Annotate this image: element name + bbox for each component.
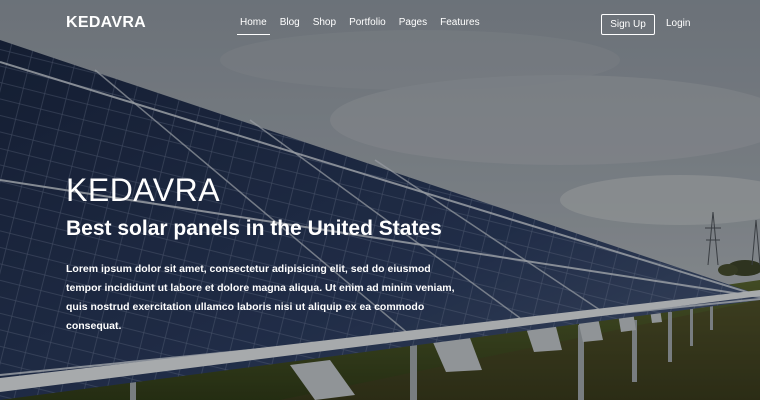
hero-description: Lorem ipsum dolor sit amet, consectetur …	[66, 263, 455, 332]
hero-section: KEDAVRA Home Blog Shop Portfolio Pages F…	[0, 0, 760, 400]
hero-title: KEDAVRA	[66, 172, 221, 208]
nav-link-pages[interactable]: Pages	[399, 17, 427, 32]
login-link[interactable]: Login	[666, 18, 690, 29]
hero-subtitle: Best solar panels in the United States	[66, 217, 442, 240]
nav-links: Home Blog Shop Portfolio Pages Features	[237, 17, 493, 35]
top-navbar: KEDAVRA Home Blog Shop Portfolio Pages F…	[0, 0, 760, 48]
nav-link-portfolio[interactable]: Portfolio	[349, 17, 386, 32]
nav-link-home[interactable]: Home	[237, 17, 270, 35]
nav-link-blog[interactable]: Blog	[280, 17, 300, 32]
sign-up-button[interactable]: Sign Up	[601, 14, 655, 35]
brand-logo[interactable]: KEDAVRA	[66, 14, 146, 32]
nav-link-shop[interactable]: Shop	[313, 17, 336, 32]
nav-link-features[interactable]: Features	[440, 17, 479, 32]
